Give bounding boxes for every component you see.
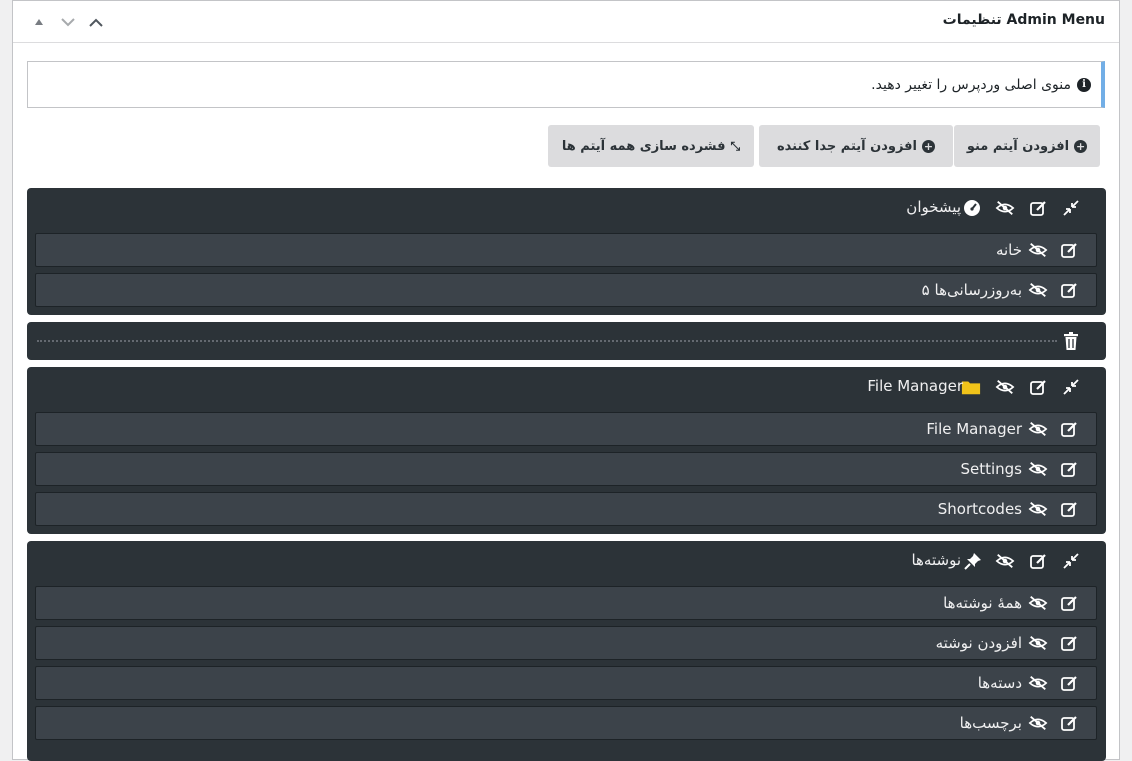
edit-icon[interactable] xyxy=(1060,419,1080,439)
menu-group-file-manager[interactable]: File Manager File Manager Settings Short… xyxy=(27,367,1106,534)
submenu-item[interactable]: Settings xyxy=(35,452,1097,486)
menu-label-posts: نوشته‌ها xyxy=(911,551,961,569)
eye-slash-icon[interactable] xyxy=(1028,593,1048,613)
submenu-item[interactable]: برچسب‌ها xyxy=(35,706,1097,740)
menu-label-file-manager: File Manager xyxy=(867,377,963,395)
eye-slash-icon[interactable] xyxy=(1028,459,1048,479)
edit-icon[interactable] xyxy=(1060,673,1080,693)
info-icon: i xyxy=(1077,77,1091,92)
submenu-label: Settings xyxy=(960,460,1022,478)
submenu-label: Shortcodes xyxy=(937,500,1022,518)
chevron-up-icon[interactable] xyxy=(87,13,105,31)
eye-slash-icon[interactable] xyxy=(995,551,1015,571)
group-header: نوشته‌ها xyxy=(27,541,1106,581)
submenu-label: همهٔ نوشته‌ها xyxy=(943,594,1022,612)
edit-icon[interactable] xyxy=(1060,240,1080,260)
submenu-label: افزودن نوشته xyxy=(935,634,1022,652)
edit-icon[interactable] xyxy=(1029,551,1049,571)
submenu-item[interactable]: همهٔ نوشته‌ها xyxy=(35,586,1097,620)
info-notice: i منوی اصلی وردپرس را تغییر دهید. xyxy=(27,61,1105,108)
menu-group-dashboard[interactable]: پیشخوان خانه به‌روزرسانی‌ها ۵ xyxy=(27,188,1106,315)
dashboard-icon xyxy=(962,198,982,218)
eye-slash-icon[interactable] xyxy=(1028,673,1048,693)
folder-icon xyxy=(961,377,981,397)
eye-slash-icon[interactable] xyxy=(1028,633,1048,653)
menu-group-posts[interactable]: نوشته‌ها همهٔ نوشته‌ها افزودن نوشته xyxy=(27,541,1106,761)
add-separator-label: افزودن آیتم جدا کننده xyxy=(777,138,918,154)
add-menu-item-label: افزودن آیتم منو xyxy=(966,138,1070,154)
edit-icon[interactable] xyxy=(1060,593,1080,613)
separator-line xyxy=(37,340,1057,342)
submenu-label: دسته‌ها xyxy=(977,674,1022,692)
submenu-item[interactable]: File Manager xyxy=(35,412,1097,446)
collapse-icon[interactable] xyxy=(1061,377,1081,397)
edit-icon[interactable] xyxy=(1060,713,1080,733)
eye-slash-icon[interactable] xyxy=(1028,240,1048,260)
eye-slash-icon[interactable] xyxy=(1028,499,1048,519)
submenu-label: به‌روزرسانی‌ها ۵ xyxy=(921,281,1022,299)
eye-slash-icon[interactable] xyxy=(1028,713,1048,733)
edit-icon[interactable] xyxy=(1029,198,1049,218)
move-up-icon[interactable] xyxy=(30,13,48,31)
edit-icon[interactable] xyxy=(1029,377,1049,397)
collapse-icon[interactable] xyxy=(1061,551,1081,571)
pin-icon xyxy=(963,551,983,571)
plus-circle-icon: + xyxy=(1074,139,1088,153)
menu-label-dashboard: پیشخوان xyxy=(906,198,961,216)
collapse-all-label: فشرده سازی همه آیتم ها xyxy=(561,138,726,154)
submenu-label: خانه xyxy=(995,241,1022,259)
collapse-icon[interactable] xyxy=(1061,198,1081,218)
settings-panel: Admin Menu تنظیمات i منوی اصلی وردپرس را… xyxy=(12,0,1120,761)
panel-header: Admin Menu تنظیمات xyxy=(13,1,1119,43)
eye-slash-icon[interactable] xyxy=(1028,280,1048,300)
compress-icon: ⤡ xyxy=(730,138,741,153)
menu-separator[interactable] xyxy=(27,322,1106,360)
plus-circle-icon: + xyxy=(922,139,936,153)
submenu-label: File Manager xyxy=(926,420,1022,438)
eye-slash-icon[interactable] xyxy=(1028,419,1048,439)
chevron-down-icon[interactable] xyxy=(59,13,77,31)
edit-icon[interactable] xyxy=(1060,280,1080,300)
eye-slash-icon[interactable] xyxy=(995,198,1015,218)
group-header: File Manager xyxy=(27,367,1106,407)
submenu-item[interactable]: افزودن نوشته xyxy=(35,626,1097,660)
add-separator-button[interactable]: + افزودن آیتم جدا کننده xyxy=(759,125,953,167)
notice-text: منوی اصلی وردپرس را تغییر دهید. xyxy=(871,76,1071,93)
edit-icon[interactable] xyxy=(1060,633,1080,653)
collapse-all-button[interactable]: ⤡ فشرده سازی همه آیتم ها xyxy=(548,125,754,167)
submenu-item[interactable]: خانه xyxy=(35,233,1097,267)
edit-icon[interactable] xyxy=(1060,459,1080,479)
submenu-item[interactable]: دسته‌ها xyxy=(35,666,1097,700)
group-header: پیشخوان xyxy=(27,188,1106,228)
panel-title: Admin Menu تنظیمات xyxy=(942,12,1105,28)
edit-icon[interactable] xyxy=(1060,499,1080,519)
eye-slash-icon[interactable] xyxy=(995,377,1015,397)
submenu-label: برچسب‌ها xyxy=(959,714,1022,732)
add-menu-item-button[interactable]: + افزودن آیتم منو xyxy=(954,125,1100,167)
trash-icon[interactable] xyxy=(1061,331,1081,351)
submenu-item[interactable]: به‌روزرسانی‌ها ۵ xyxy=(35,273,1097,307)
submenu-item[interactable]: Shortcodes xyxy=(35,492,1097,526)
